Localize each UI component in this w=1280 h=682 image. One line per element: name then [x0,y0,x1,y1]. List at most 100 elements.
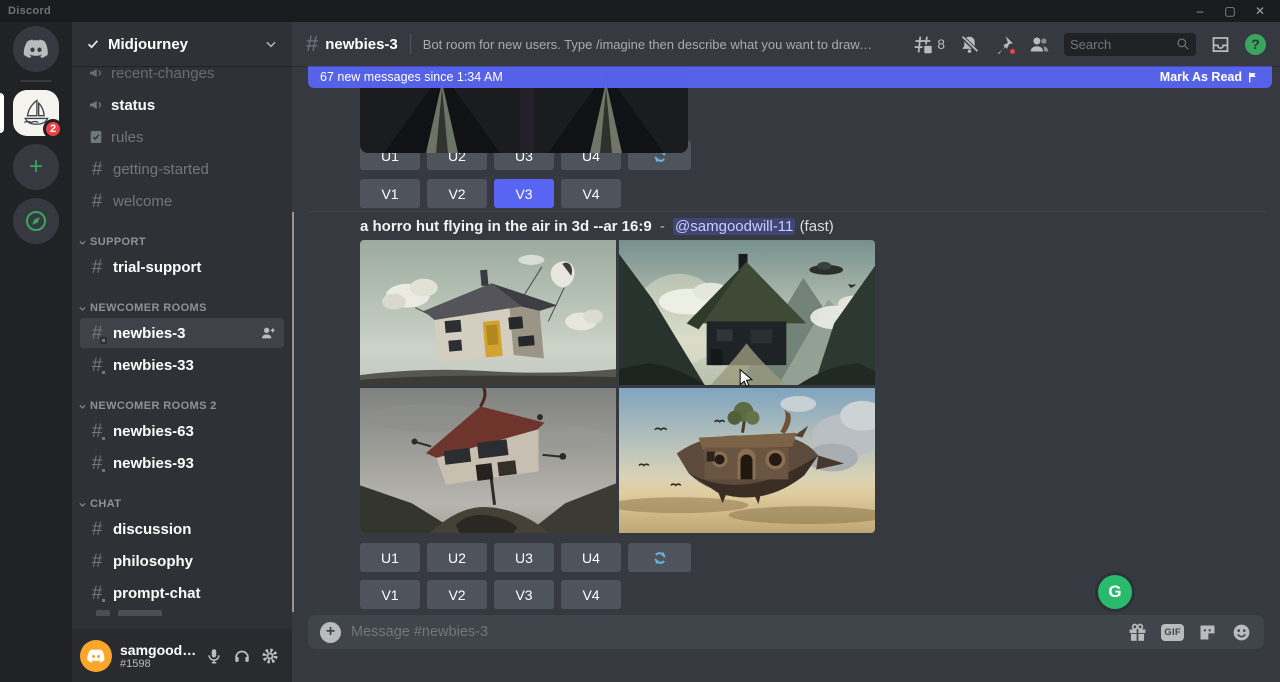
maximize-button[interactable]: ▢ [1216,0,1244,22]
user-avatar[interactable] [80,640,112,672]
title-bar: Discord – ▢ ✕ [0,0,1280,22]
v1-button[interactable]: V1 [360,580,420,609]
generated-image-grid[interactable] [360,240,875,533]
inbox-icon [1210,34,1231,55]
generated-image-1[interactable] [360,240,616,385]
home-button[interactable] [13,26,59,72]
sticker-icon[interactable] [1197,622,1218,643]
server-header[interactable]: Midjourney [72,22,292,66]
channel-sidebar: Midjourney recent-changes status rules [72,22,292,682]
channel-label: newbies-33 [113,357,276,374]
notification-settings-button[interactable] [959,34,980,55]
v4-button[interactable]: V4 [561,179,621,208]
close-button[interactable]: ✕ [1246,0,1274,22]
inbox-button[interactable] [1210,34,1231,55]
channel-label: newbies-63 [113,423,276,440]
channel-list: recent-changes status rules # getting-st… [72,66,292,629]
channel-label: status [111,97,276,114]
hash-icon: # [88,192,106,211]
v4-button[interactable]: V4 [561,580,621,609]
u4-button[interactable]: U4 [561,543,621,572]
sidebar-item-welcome[interactable]: # welcome [80,186,284,216]
reroll-button[interactable] [628,543,691,572]
chat-area: # newbies-3 Bot room for new users. Type… [292,22,1280,682]
sidebar-item-trial-support[interactable]: # trial-support [80,252,284,282]
user-discriminator: #1598 [120,658,200,670]
generated-image-4[interactable] [619,388,875,533]
headphones-icon [233,647,251,665]
grammarly-icon[interactable]: G [1098,575,1132,609]
sidebar-item-discussion[interactable]: # discussion [80,514,284,544]
channel-topic[interactable]: Bot room for new users. Type /imagine th… [423,37,875,52]
channel-name: newbies-3 [325,36,398,53]
message-input[interactable] [351,624,1127,640]
generated-image-3[interactable] [360,388,616,533]
emoji-icon[interactable] [1231,622,1252,643]
deafen-button[interactable] [228,642,256,670]
user-bar: samgoodwill #1598 [72,629,292,682]
minimize-button[interactable]: – [1186,0,1214,22]
hash-thread-icon: # [88,454,106,473]
header-divider [410,34,411,54]
u1-button[interactable]: U1 [360,543,420,572]
add-server-button[interactable]: + [13,144,59,190]
members-icon [1029,34,1050,55]
search-input[interactable]: Search [1064,33,1196,56]
username: samgoodwill [120,642,200,658]
pinned-messages-button[interactable] [994,34,1015,55]
v3-button[interactable]: V3 [494,580,554,609]
sidebar-item-newbies-3[interactable]: # newbies-3 [80,318,284,348]
new-messages-banner[interactable]: 67 new messages since 1:34 AM Mark As Re… [308,66,1272,88]
channel-label: newbies-3 [113,325,260,342]
section-newcomer-rooms[interactable]: NEWCOMER ROOMS [78,300,284,316]
hash-thread-icon: # [88,584,106,603]
user-mention[interactable]: @samgoodwill-11 [673,218,795,235]
channel-header: # newbies-3 Bot room for new users. Type… [292,22,1280,66]
user-settings-button[interactable] [256,642,284,670]
discord-logo-icon [86,646,106,666]
attach-file-button[interactable]: + [320,622,341,643]
sidebar-item-prompt-chat[interactable]: # prompt-chat [80,578,284,608]
sidebar-item-getting-started[interactable]: # getting-started [80,154,284,184]
sidebar-item-newbies-93[interactable]: # newbies-93 [80,448,284,478]
rules-icon [88,129,104,145]
sidebar-scrollbar[interactable] [292,212,294,612]
channel-label: discussion [113,521,276,538]
hash-thread-icon: # [88,422,106,441]
prompt-text: a horro hut flying in the air in 3d --ar… [360,218,652,235]
generated-image-2[interactable] [619,240,875,385]
megaphone-icon [88,97,104,113]
invite-people-icon[interactable] [260,325,276,341]
threads-button[interactable]: 8 [912,34,945,55]
sidebar-item-newbies-33[interactable]: # newbies-33 [80,350,284,380]
section-newcomer-rooms-2[interactable]: NEWCOMER ROOMS 2 [78,398,284,414]
sidebar-item-status[interactable]: status [80,90,284,120]
discord-window: Discord – ▢ ✕ 2 + [0,0,1280,682]
sidebar-item-recent-changes[interactable]: recent-changes [80,66,284,88]
gift-icon[interactable] [1127,622,1148,643]
mute-mic-button[interactable] [200,642,228,670]
selected-server-pill [0,93,4,133]
section-support[interactable]: SUPPORT [78,234,284,250]
v3-button-active[interactable]: V3 [494,179,554,208]
member-list-button[interactable] [1029,34,1050,55]
section-chat[interactable]: CHAT [78,496,284,512]
new-messages-text: 67 new messages since 1:34 AM [320,70,503,84]
explore-servers-button[interactable] [13,198,59,244]
server-icon-midjourney[interactable]: 2 [13,90,59,136]
u2-button[interactable]: U2 [427,543,487,572]
threads-hash-icon [912,34,933,55]
sidebar-item-philosophy[interactable]: # philosophy [80,546,284,576]
mark-as-read-button[interactable]: Mark As Read [1160,70,1260,84]
sidebar-item-rules[interactable]: rules [80,122,284,152]
thread-count: 8 [937,36,945,52]
help-button[interactable]: ? [1245,34,1266,55]
v1-button[interactable]: V1 [360,179,420,208]
u3-button[interactable]: U3 [494,543,554,572]
message-divider [308,211,1266,212]
v2-button[interactable]: V2 [427,179,487,208]
section-chevron-icon [78,500,87,509]
sidebar-item-newbies-63[interactable]: # newbies-63 [80,416,284,446]
v2-button[interactable]: V2 [427,580,487,609]
gif-picker-button[interactable]: GIF [1161,624,1184,641]
